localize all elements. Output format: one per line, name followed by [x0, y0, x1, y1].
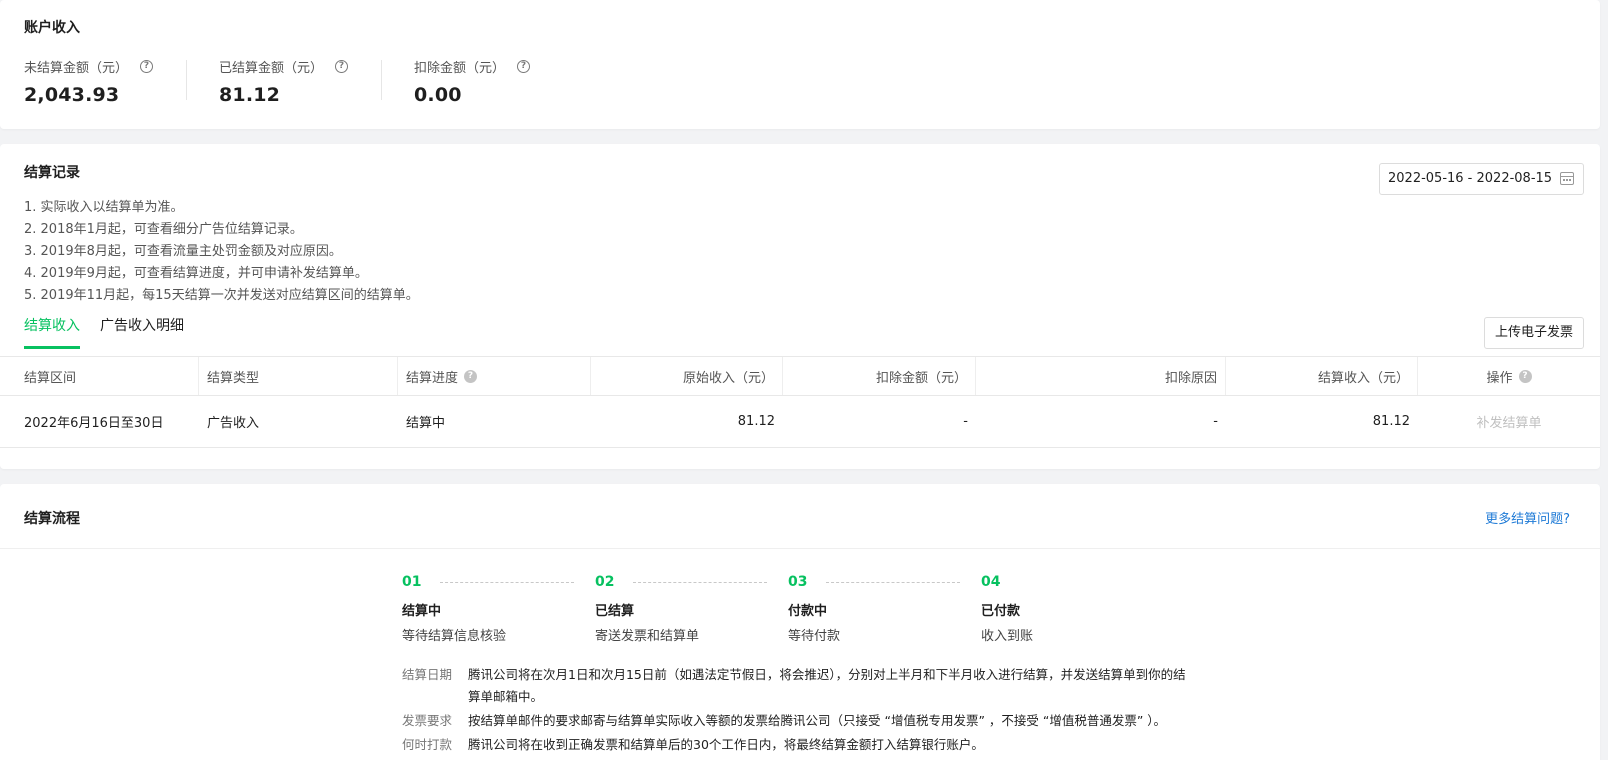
help-icon[interactable]: ?: [464, 369, 478, 383]
more-questions-link[interactable]: 更多结算问题?: [1485, 508, 1570, 527]
column-header-label: 结算进度: [406, 370, 459, 386]
column-header-label: 操作: [1486, 370, 1513, 386]
records-card: 结算记录 2022-05-16 - 2022-08-15 1. 实际收入以结算单…: [0, 144, 1600, 469]
stat-value: 81.12: [219, 84, 281, 106]
notes-list: 1. 实际收入以结算单为准。 2. 2018年1月起，可查看细分广告位结算记录。…: [24, 197, 419, 307]
step-title: 已付款: [981, 604, 1021, 619]
column-header: 结算进度?: [398, 357, 591, 395]
note-item: 3. 2019年8月起，可查看流量主处罚金额及对应原因。: [24, 244, 342, 259]
divider: [0, 548, 1600, 549]
column-header: 操作?: [1418, 357, 1600, 395]
process-step: 01 结算中 等待结算信息核验: [402, 574, 595, 644]
note-item: 4. 2019年9月起，可查看结算进度，并可申请补发结算单。: [24, 266, 368, 281]
help-icon[interactable]: ?: [335, 60, 349, 73]
column-header: 扣除金额（元）: [783, 357, 976, 395]
stat-label: 已结算金额（元）: [219, 61, 324, 76]
step-desc: 等待付款: [788, 629, 841, 644]
stat-divider: [186, 60, 187, 100]
tab-settlement-income[interactable]: 结算收入: [24, 315, 80, 349]
process-step: 04 已付款 收入到账: [981, 574, 1174, 644]
table-cell: 广告收入: [207, 416, 260, 431]
table-cell: 2022年6月16日至30日: [24, 416, 164, 431]
column-header: 原始收入（元）: [591, 357, 783, 395]
table-row: 2022年6月16日至30日 广告收入 结算中 81.12 - - 81.12 …: [0, 396, 1600, 448]
reissue-statement-link[interactable]: 补发结算单: [1418, 396, 1600, 447]
table-header: 结算区间 结算类型 结算进度? 原始收入（元） 扣除金额（元） 扣除原因 结算收…: [0, 356, 1600, 396]
rule-text: 腾讯公司将在收到正确发票和结算单后的30个工作日内，将最终结算金额打入结算银行账…: [468, 737, 984, 752]
step-connector: [633, 582, 767, 583]
stat-label: 未结算金额（元）: [24, 61, 129, 76]
rule-label: 发票要求: [402, 713, 453, 728]
income-title: 账户收入: [24, 20, 80, 36]
calendar-icon: [1560, 172, 1574, 185]
upload-invoice-button[interactable]: 上传电子发票: [1484, 317, 1584, 349]
column-header: 扣除原因: [976, 357, 1226, 395]
date-range-value: 2022-05-16 - 2022-08-15: [1388, 171, 1553, 186]
column-header: 结算收入（元）: [1226, 357, 1418, 395]
help-icon[interactable]: ?: [140, 60, 154, 73]
stat-deducted: 扣除金额（元）? 0.00: [414, 57, 531, 107]
step-desc: 寄送发票和结算单: [595, 629, 700, 644]
stat-settled: 已结算金额（元）? 81.12: [219, 57, 349, 107]
rule-item: 发票要求 按结算单邮件的要求邮寄与结算单实际收入等额的发票给腾讯公司（只接受 “…: [402, 710, 1202, 732]
table-cell: -: [1213, 414, 1218, 429]
stat-value: 2,043.93: [24, 84, 120, 106]
step-desc: 等待结算信息核验: [402, 629, 507, 644]
settlement-table: 结算区间 结算类型 结算进度? 原始收入（元） 扣除金额（元） 扣除原因 结算收…: [0, 356, 1600, 448]
step-desc: 收入到账: [981, 629, 1034, 644]
rule-item: 何时打款 腾讯公司将在收到正确发票和结算单后的30个工作日内，将最终结算金额打入…: [402, 734, 1202, 756]
column-header: 结算区间: [0, 357, 199, 395]
help-icon[interactable]: ?: [517, 60, 531, 73]
stat-unsettled: 未结算金额（元）? 2,043.93: [24, 57, 154, 107]
table-cell: -: [963, 414, 968, 429]
step-connector: [826, 582, 960, 583]
rule-label: 何时打款: [402, 737, 453, 752]
rule-item: 结算日期 腾讯公司将在次月1日和次月15日前（如遇法定节假日，将会推迟），分别对…: [402, 664, 1202, 708]
stat-divider: [381, 60, 382, 100]
rule-label: 结算日期: [402, 667, 453, 682]
step-title: 已结算: [595, 604, 635, 619]
records-title: 结算记录: [24, 165, 80, 181]
rule-text: 按结算单邮件的要求邮寄与结算单实际收入等额的发票给腾讯公司（只接受 “增值税专用…: [468, 713, 1167, 728]
table-cell: 结算中: [406, 416, 446, 431]
column-header: 结算类型: [199, 357, 398, 395]
flow-title: 结算流程: [24, 511, 80, 527]
stat-value: 0.00: [414, 84, 462, 106]
tab-bar: 结算收入 广告收入明细: [24, 315, 204, 349]
step-title: 付款中: [788, 604, 828, 619]
income-card: 账户收入 未结算金额（元）? 2,043.93 已结算金额（元）? 81.12 …: [0, 0, 1600, 129]
rule-text: 腾讯公司将在次月1日和次月15日前（如遇法定节假日，将会推迟），分别对上半月和下…: [468, 667, 1186, 704]
process-step: 03 付款中 等待付款: [788, 574, 981, 644]
stat-label: 扣除金额（元）: [414, 61, 506, 76]
table-cell: 81.12: [737, 414, 775, 429]
note-item: 5. 2019年11月起，每15天结算一次并发送对应结算区间的结算单。: [24, 288, 419, 303]
process-step: 02 已结算 寄送发票和结算单: [595, 574, 788, 644]
flow-card: 结算流程 更多结算问题? 01 结算中 等待结算信息核验 02 已结算 寄送发票…: [0, 484, 1600, 760]
note-item: 2. 2018年1月起，可查看细分广告位结算记录。: [24, 222, 303, 237]
note-item: 1. 实际收入以结算单为准。: [24, 200, 184, 215]
step-title: 结算中: [402, 604, 442, 619]
table-cell: 81.12: [1372, 414, 1410, 429]
step-number: 04: [981, 574, 1001, 590]
rules-list: 结算日期 腾讯公司将在次月1日和次月15日前（如遇法定节假日，将会推迟），分别对…: [402, 664, 1202, 758]
help-icon[interactable]: ?: [1518, 369, 1532, 383]
date-range-picker[interactable]: 2022-05-16 - 2022-08-15: [1379, 163, 1584, 195]
step-connector: [440, 582, 574, 583]
tab-ad-income-detail[interactable]: 广告收入明细: [100, 315, 184, 349]
process-steps: 01 结算中 等待结算信息核验 02 已结算 寄送发票和结算单 03 付款中 等…: [402, 574, 1174, 644]
